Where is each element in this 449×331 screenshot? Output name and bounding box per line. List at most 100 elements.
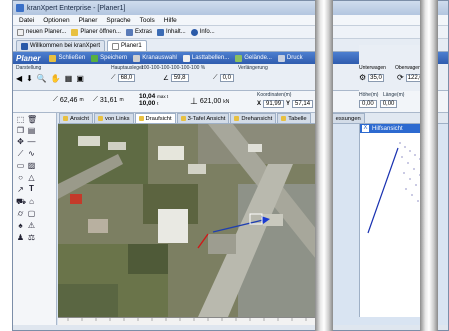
printer-icon xyxy=(277,54,285,62)
boom-side-line xyxy=(367,147,399,234)
height-label: Höhe(m) xyxy=(359,92,379,98)
boom-angle2-control[interactable]: ∠ 59,8 xyxy=(163,74,189,82)
delete-icon[interactable]: 🗑 xyxy=(27,115,37,124)
app-window: kranXpert Enterprise - [Planer1] Datei O… xyxy=(12,0,449,331)
move-icon[interactable]: ✥ xyxy=(16,137,25,146)
oberwagen-label: Oberwagen xyxy=(395,65,421,71)
rotate-view-icon xyxy=(234,116,240,121)
info-icon xyxy=(190,28,198,36)
close-icon[interactable]: X xyxy=(362,125,369,132)
copy-icon[interactable]: ❐ xyxy=(16,126,25,135)
info-button[interactable]: Info... xyxy=(190,28,215,36)
arrow-tool-icon[interactable]: ↗ xyxy=(16,185,25,194)
y-coordinate-field[interactable]: 57,14 xyxy=(292,100,314,108)
inhalt-button[interactable]: Inhalt... xyxy=(156,28,186,36)
height-length-inputs: 0,00 0,00 xyxy=(359,100,398,108)
top-view-icon xyxy=(138,116,144,121)
overlay-bar-right xyxy=(420,0,438,331)
measurement-band: ⟋ 62,46 m ⟋ 31,61 m 10,04 max t 10,00 t ⊥ … xyxy=(13,91,448,113)
display-tools: ◀ ⬇ 🔍 ✋ ▦ ▣ xyxy=(16,74,84,83)
three-panel-icon xyxy=(180,116,186,121)
side-view-icon xyxy=(98,116,104,121)
planer-brand: Planer xyxy=(16,53,41,63)
coordinates-inputs: X 91,99 Y 57,14 xyxy=(257,100,314,108)
hauptausleger-label: Hauptausleger xyxy=(111,65,144,71)
crane-selection-button[interactable]: Kranauswahl xyxy=(133,54,177,62)
select-arrow-icon[interactable]: ⬚ xyxy=(16,115,25,124)
polyline-icon[interactable]: ⟋ xyxy=(16,149,25,158)
open-planner-button[interactable]: Planer öffnen... xyxy=(71,28,121,36)
tab-bemessungen[interactable]: essungen xyxy=(331,113,365,123)
menu-optionen[interactable]: Optionen xyxy=(43,17,69,24)
menu-planer[interactable]: Planer xyxy=(79,17,98,24)
length-label: Länge(m) xyxy=(383,92,405,98)
status-bar xyxy=(13,325,448,330)
view-tabs: Ansicht von Links Draufsicht 3-Tafel Ans… xyxy=(58,113,448,124)
main-toolbar: neuen Planer... Planer öffnen... Extras … xyxy=(13,26,448,39)
tab-draufsicht[interactable]: Draufsicht xyxy=(134,113,176,123)
height-icon: ⟋ xyxy=(93,96,98,103)
app-icon xyxy=(16,4,24,12)
menu-datei[interactable]: Datei xyxy=(19,17,34,24)
measure-icon[interactable]: ⚖ xyxy=(27,233,36,242)
length-field[interactable]: 0,00 xyxy=(379,100,398,108)
grid-icon[interactable]: ▦ xyxy=(65,74,73,83)
paste-icon[interactable]: ▤ xyxy=(27,126,36,135)
tab-3-tafel[interactable]: 3-Tafel Ansicht xyxy=(176,113,230,123)
new-planner-button[interactable]: neuen Planer... xyxy=(17,28,66,36)
radius-readout: ⟋ 62,46 m xyxy=(53,96,84,104)
height-field[interactable]: 0,00 xyxy=(359,100,377,108)
force-readout: ⊥ 621,00 kN xyxy=(190,96,230,106)
x-coordinate-field[interactable]: 91,99 xyxy=(263,100,285,108)
tab-ansicht[interactable]: Ansicht xyxy=(59,113,94,123)
terrain-button[interactable]: Gelände... xyxy=(235,54,272,62)
menu-tools[interactable]: Tools xyxy=(140,17,155,24)
menu-sprache[interactable]: Sprache xyxy=(106,17,130,24)
table-view-icon xyxy=(281,116,287,121)
curve-icon[interactable]: ∿ xyxy=(27,149,36,158)
person-icon[interactable]: ♟ xyxy=(16,233,25,242)
menu-hilfe[interactable]: Hilfe xyxy=(164,17,177,24)
close-planner-button[interactable]: Schließen xyxy=(49,54,85,62)
tab-tabelle[interactable]: Tabelle xyxy=(277,113,311,123)
text-tool-icon[interactable]: T xyxy=(27,184,36,193)
print-button[interactable]: Druck xyxy=(277,54,303,62)
coordinates-label: Koordinaten(m) xyxy=(257,92,292,98)
line-icon[interactable]: — xyxy=(27,137,36,146)
tab-von-links[interactable]: von Links xyxy=(94,113,134,123)
aerial-map-view[interactable] xyxy=(58,124,328,317)
extras-button[interactable]: Extras xyxy=(125,28,152,36)
building-icon[interactable]: ⌂ xyxy=(27,197,36,206)
save-icon xyxy=(91,54,99,62)
unterwagen-control[interactable]: ⚙ 35,0 xyxy=(359,73,384,82)
triangle-tool-icon[interactable]: △ xyxy=(27,173,36,182)
boom-angle-control[interactable]: ⟋ 68,0 xyxy=(111,74,136,82)
tree-icon[interactable]: ♠ xyxy=(16,221,25,230)
layer-icon[interactable]: ▣ xyxy=(76,74,84,83)
arrow-down-icon[interactable]: ⬇ xyxy=(26,74,33,83)
window-title: kranXpert Enterprise - [Planer1] xyxy=(27,4,126,12)
aerial-photo xyxy=(58,124,328,317)
save-button[interactable]: Speichern xyxy=(91,54,127,62)
hauptausleger-values: 100-100-100-100-100-100 % xyxy=(141,65,206,71)
extras-icon xyxy=(125,28,133,36)
cylinder-icon[interactable]: ⌭ xyxy=(16,209,25,218)
zoom-icon[interactable]: 🔍 xyxy=(37,74,47,83)
warning-icon[interactable]: ⚠ xyxy=(27,221,36,230)
arrow-left-icon[interactable]: ◀ xyxy=(16,74,22,83)
truck-icon[interactable]: ⛟ xyxy=(16,197,26,206)
ellipse-tool-icon[interactable]: ○ xyxy=(16,173,25,182)
extension-control[interactable]: ⟋ 0,0 xyxy=(213,74,234,82)
crane-icon xyxy=(133,54,141,62)
new-document-icon xyxy=(17,28,24,36)
tab-welcome[interactable]: Willkommen bei kranXpert xyxy=(16,40,106,51)
image-tool-icon[interactable]: ▨ xyxy=(27,161,36,170)
tab-drehansicht[interactable]: Drehansicht xyxy=(230,113,277,123)
tab-planer1[interactable]: Planer1 xyxy=(107,40,147,51)
load-tables-button[interactable]: Lasttabellen... xyxy=(182,54,229,62)
rect-tool-icon[interactable]: ▭ xyxy=(16,161,25,170)
pan-hand-icon[interactable]: ✋ xyxy=(51,74,61,83)
horizontal-ruler xyxy=(58,317,328,325)
box-tool-icon[interactable]: ▢ xyxy=(27,209,36,218)
radius-icon: ⟋ xyxy=(53,96,58,103)
